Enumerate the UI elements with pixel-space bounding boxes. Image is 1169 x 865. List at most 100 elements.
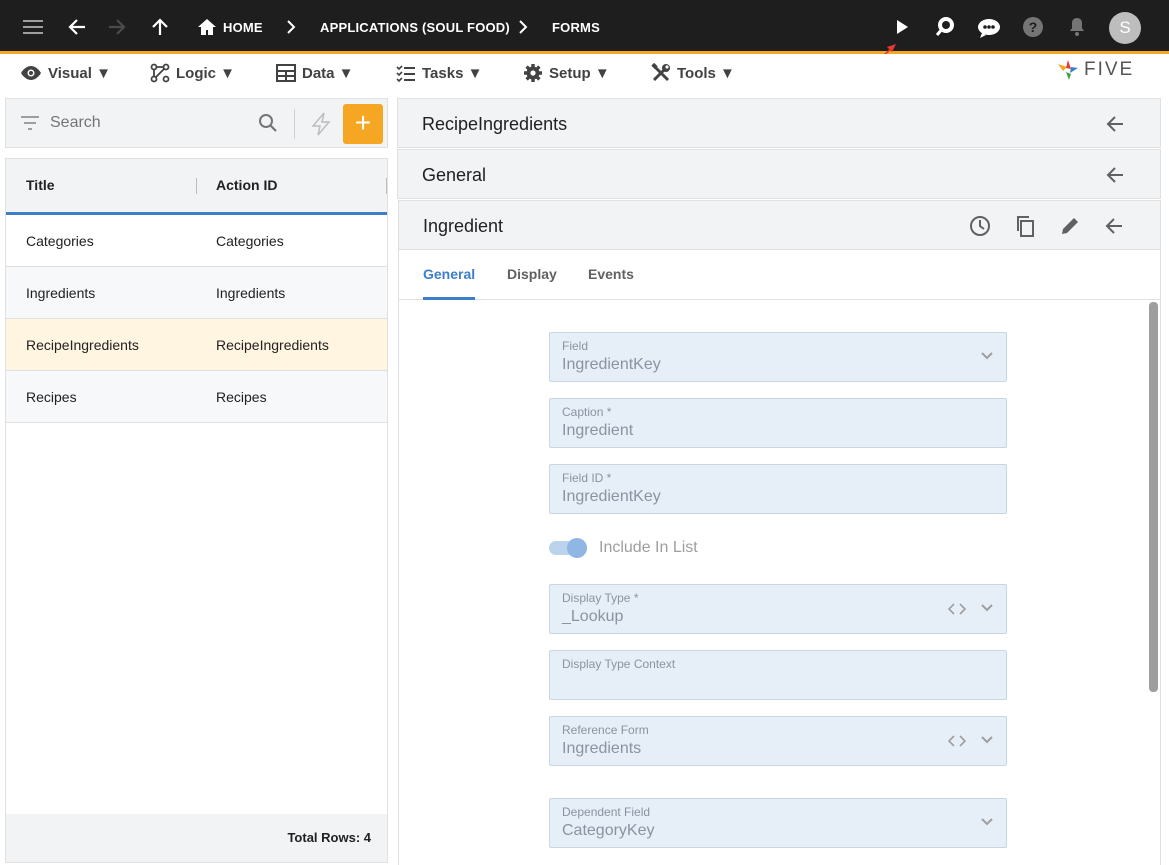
chevron-right-icon: [508, 12, 538, 42]
play-icon[interactable]: [887, 12, 917, 42]
table-icon: [276, 64, 296, 82]
filter-icon[interactable]: [20, 115, 40, 131]
menu-logic[interactable]: Logic ▼: [150, 62, 235, 84]
caption-field[interactable]: Caption * Ingredient: [549, 398, 1007, 448]
breadcrumb-home[interactable]: HOME: [223, 0, 263, 54]
menu-icon[interactable]: [18, 12, 48, 42]
panel-recipeingredients-header[interactable]: RecipeIngredients: [397, 98, 1161, 148]
table-row[interactable]: Categories Categories: [6, 215, 387, 267]
menu-setup-label: Setup ▼: [549, 64, 610, 82]
field-label: Field: [562, 339, 589, 353]
panel-general-header[interactable]: General: [397, 149, 1161, 199]
list-footer: Total Rows: 4: [6, 814, 387, 862]
chevron-down-icon: [981, 736, 993, 744]
chevron-right-icon: [276, 12, 306, 42]
include-in-list-toggle[interactable]: [549, 538, 587, 558]
table-row[interactable]: Ingredients Ingredients: [6, 267, 387, 319]
row-action-id: RecipeIngredients: [216, 337, 329, 353]
search-input[interactable]: [50, 109, 250, 137]
copy-icon[interactable]: [1012, 213, 1038, 239]
logic-icon: [150, 63, 170, 83]
eye-icon: [21, 66, 41, 80]
edit-icon[interactable]: [1057, 213, 1083, 239]
toggle-knob: [567, 538, 587, 558]
menu-visual[interactable]: Visual ▼: [20, 62, 111, 84]
menu-tools-label: Tools ▼: [677, 64, 735, 82]
include-in-list-toggle-row: Include In List: [549, 536, 698, 560]
records-list: Title Action ID Categories Categories In…: [5, 158, 388, 863]
dependent-field-select[interactable]: Dependent Field CategoryKey: [549, 798, 1007, 848]
total-rows: Total Rows: 4: [287, 830, 371, 845]
chevron-down-icon: [981, 604, 993, 612]
reference-form-select[interactable]: Reference Form Ingredients: [549, 716, 1007, 766]
reference-form-value: Ingredients: [562, 740, 642, 757]
add-button[interactable]: +: [343, 104, 383, 144]
menu-tasks[interactable]: Tasks ▼: [396, 62, 482, 84]
row-title: RecipeIngredients: [26, 337, 139, 353]
code-icon[interactable]: [948, 734, 966, 748]
display-type-value: _Lookup: [562, 608, 624, 625]
search-icon[interactable]: [258, 113, 278, 133]
panel-title: RecipeIngredients: [422, 114, 568, 134]
menu-tools[interactable]: Tools ▼: [651, 62, 735, 84]
row-title: Recipes: [26, 389, 77, 405]
back-arrow-icon[interactable]: [62, 12, 92, 42]
breadcrumb-applications[interactable]: APPLICATIONS (SOUL FOOD): [320, 0, 510, 54]
menu-data-label: Data ▼: [302, 64, 354, 82]
code-icon[interactable]: [948, 602, 966, 616]
field-id-label: Field ID *: [562, 471, 612, 485]
display-type-select[interactable]: Display Type * _Lookup: [549, 584, 1007, 634]
lightning-icon[interactable]: [310, 112, 332, 136]
table-row-selected[interactable]: RecipeIngredients RecipeIngredients: [6, 319, 387, 371]
display-type-context-label: Display Type Context: [562, 657, 676, 671]
panel-title: Ingredient: [423, 216, 504, 236]
home-icon[interactable]: [192, 12, 222, 42]
field-select[interactable]: Field IngredientKey: [549, 332, 1007, 382]
menu-tasks-label: Tasks ▼: [422, 64, 483, 82]
field-value: IngredientKey: [562, 356, 661, 373]
chat-bot-icon[interactable]: [974, 12, 1004, 42]
column-separator: [196, 178, 197, 194]
include-in-list-label: Include In List: [599, 539, 698, 556]
svg-text:?: ?: [1029, 19, 1038, 35]
menu-data[interactable]: Data ▼: [276, 62, 354, 84]
scrollbar[interactable]: [1149, 302, 1158, 692]
panel-ingredient-header: Ingredient: [398, 200, 1161, 250]
five-logo-text: FIVE: [1084, 59, 1135, 80]
display-type-context-field[interactable]: Display Type Context: [549, 650, 1007, 700]
tab-display[interactable]: Display: [507, 250, 557, 300]
history-icon[interactable]: [967, 213, 993, 239]
table-row[interactable]: Recipes Recipes: [6, 371, 387, 423]
dependent-field-label: Dependent Field: [562, 805, 651, 819]
caption-label: Caption *: [562, 405, 612, 419]
tab-events[interactable]: Events: [588, 250, 634, 300]
field-id-field[interactable]: Field ID * IngredientKey: [549, 464, 1007, 514]
avatar[interactable]: S: [1109, 12, 1141, 44]
column-header-action-id[interactable]: Action ID: [216, 159, 277, 212]
breadcrumb-forms[interactable]: FORMS: [552, 0, 600, 54]
list-header: Title Action ID: [6, 159, 387, 215]
search-chat-icon[interactable]: [930, 12, 960, 42]
up-arrow-icon[interactable]: [145, 12, 175, 42]
back-arrow-icon[interactable]: [1102, 111, 1128, 137]
field-id-value: IngredientKey: [562, 488, 661, 505]
gear-icon: [524, 64, 542, 82]
bell-icon[interactable]: [1062, 12, 1092, 42]
back-arrow-icon[interactable]: [1102, 162, 1128, 188]
row-title: Categories: [26, 233, 94, 249]
tab-general[interactable]: General: [423, 250, 476, 300]
form-area: General Display Events Field IngredientK…: [398, 250, 1161, 865]
panel-title: General: [422, 165, 487, 185]
tools-icon: [651, 63, 670, 82]
divider: [294, 109, 295, 139]
column-header-title[interactable]: Title: [26, 159, 55, 212]
forward-arrow-icon[interactable]: [102, 12, 132, 42]
help-icon[interactable]: ?: [1018, 12, 1048, 42]
row-action-id: Categories: [216, 233, 284, 249]
back-arrow-icon[interactable]: [1101, 213, 1127, 239]
display-type-label: Display Type *: [562, 591, 639, 605]
five-logo: FIVE: [1056, 58, 1134, 82]
chevron-down-icon: [981, 818, 993, 826]
menu-logic-label: Logic ▼: [176, 64, 236, 82]
menu-setup[interactable]: Setup ▼: [523, 62, 610, 84]
